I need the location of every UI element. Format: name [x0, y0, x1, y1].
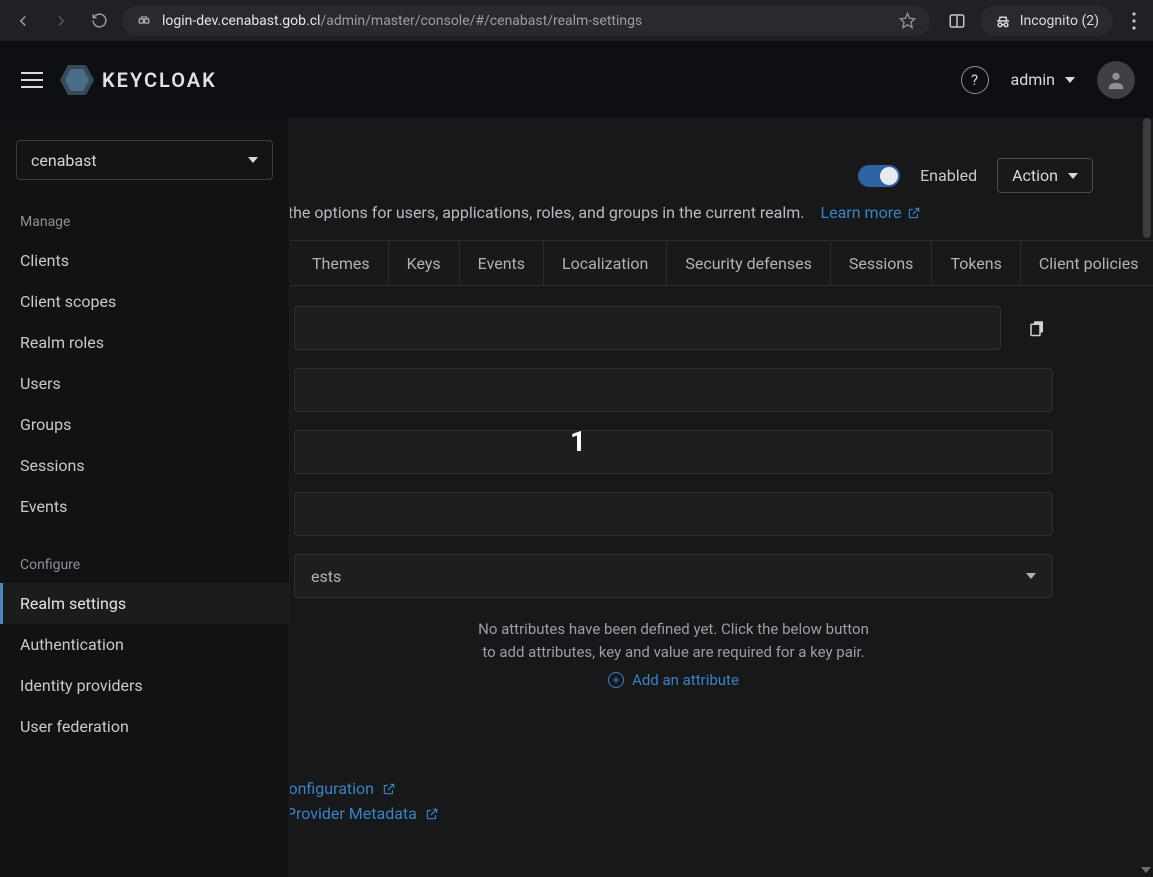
- keycloak-logo-text: KEYCLOAK: [102, 68, 217, 92]
- panel-toggle-icon[interactable]: [944, 8, 970, 34]
- learn-more-link[interactable]: Learn more: [821, 203, 922, 222]
- sidebar-toggle-button[interactable]: [18, 66, 46, 94]
- bookmark-star-icon[interactable]: [899, 12, 916, 29]
- plus-circle-icon: +: [608, 672, 624, 688]
- caret-down-icon: [1068, 173, 1078, 179]
- incognito-icon: [994, 12, 1012, 30]
- sidebar-item-identity-providers[interactable]: Identity providers: [0, 665, 289, 706]
- avatar[interactable]: [1097, 61, 1135, 99]
- select-value: ests: [311, 567, 341, 586]
- sidebar-item-groups[interactable]: Groups: [0, 404, 289, 445]
- sidebar-item-authentication[interactable]: Authentication: [0, 624, 289, 665]
- forward-button[interactable]: [46, 6, 76, 36]
- tab-localization[interactable]: Localization: [544, 241, 667, 285]
- oidc-endpoint-link[interactable]: nt Configuration: [260, 779, 1053, 798]
- html-display-name-input[interactable]: [294, 430, 1053, 474]
- realm-selector[interactable]: cenabast: [16, 140, 273, 180]
- sidebar: cenabast Manage Clients Client scopes Re…: [0, 118, 290, 877]
- keycloak-logo-icon: [60, 65, 94, 95]
- back-button[interactable]: [8, 6, 38, 36]
- scroll-corner-icon: [1139, 863, 1153, 877]
- url-bar[interactable]: login-dev.cenabast.gob.cl/admin/master/c…: [122, 6, 930, 36]
- realm-enabled-toggle[interactable]: [858, 165, 900, 187]
- frontend-url-input[interactable]: [294, 492, 1053, 536]
- attributes-empty-message: No attributes have been defined yet. Cli…: [474, 618, 874, 663]
- reload-button[interactable]: [84, 6, 114, 36]
- external-link-icon: [382, 782, 396, 796]
- require-ssl-select[interactable]: ests: [294, 554, 1053, 598]
- external-link-icon: [907, 206, 921, 220]
- keycloak-logo[interactable]: KEYCLOAK: [60, 65, 217, 95]
- caret-down-icon: [1026, 573, 1036, 579]
- username-label: admin: [1011, 70, 1055, 89]
- tab-client-policies[interactable]: Client policies: [1021, 241, 1153, 285]
- tab-sessions[interactable]: Sessions: [831, 241, 933, 285]
- tab-security-defenses[interactable]: Security defenses: [667, 241, 830, 285]
- url-path: /admin/master/console/#/cenabast/realm-s…: [320, 13, 642, 29]
- action-label: Action: [1012, 166, 1058, 185]
- vertical-scrollbar[interactable]: [1143, 118, 1151, 238]
- browser-chrome-bar: login-dev.cenabast.gob.cl/admin/master/c…: [0, 0, 1153, 41]
- add-attribute-button[interactable]: + Add an attribute: [294, 671, 1053, 689]
- help-button[interactable]: ?: [961, 66, 989, 94]
- incognito-indicator[interactable]: Incognito (2): [980, 6, 1113, 36]
- realm-id-input[interactable]: [294, 306, 1001, 350]
- sidebar-item-client-scopes[interactable]: Client scopes: [0, 281, 289, 322]
- sidebar-section-manage: Manage: [0, 208, 289, 240]
- copy-button[interactable]: [1021, 312, 1053, 344]
- sidebar-item-users[interactable]: Users: [0, 363, 289, 404]
- caret-down-icon: [248, 157, 258, 163]
- tab-themes[interactable]: Themes: [294, 241, 389, 285]
- tab-keys[interactable]: Keys: [389, 241, 460, 285]
- sidebar-item-events[interactable]: Events: [0, 486, 289, 527]
- realm-selected-label: cenabast: [31, 151, 97, 170]
- site-info-icon[interactable]: [136, 13, 152, 29]
- realm-enabled-label: Enabled: [920, 166, 977, 185]
- external-link-icon: [425, 807, 439, 821]
- realm-description-text: l the options for users, applications, r…: [280, 203, 805, 222]
- realm-action-dropdown[interactable]: Action: [997, 158, 1093, 193]
- sidebar-item-clients[interactable]: Clients: [0, 240, 289, 281]
- tab-events[interactable]: Events: [460, 241, 544, 285]
- sidebar-item-user-federation[interactable]: User federation: [0, 706, 289, 747]
- caret-down-icon: [1065, 77, 1075, 83]
- sidebar-item-sessions[interactable]: Sessions: [0, 445, 289, 486]
- saml-metadata-link[interactable]: tity Provider Metadata: [260, 804, 1053, 823]
- overlay-number: 1: [570, 425, 586, 458]
- sidebar-section-configure: Configure: [0, 551, 289, 583]
- sidebar-item-realm-roles[interactable]: Realm roles: [0, 322, 289, 363]
- browser-menu-button[interactable]: [1123, 12, 1145, 30]
- url-host: login-dev.cenabast.gob.cl: [162, 13, 320, 29]
- user-menu[interactable]: admin: [1011, 70, 1075, 89]
- tab-tokens[interactable]: Tokens: [932, 241, 1020, 285]
- incognito-label: Incognito (2): [1020, 13, 1099, 29]
- sidebar-item-realm-settings[interactable]: Realm settings: [0, 583, 289, 624]
- app-header: KEYCLOAK ? admin: [0, 41, 1153, 118]
- display-name-input[interactable]: [294, 368, 1053, 412]
